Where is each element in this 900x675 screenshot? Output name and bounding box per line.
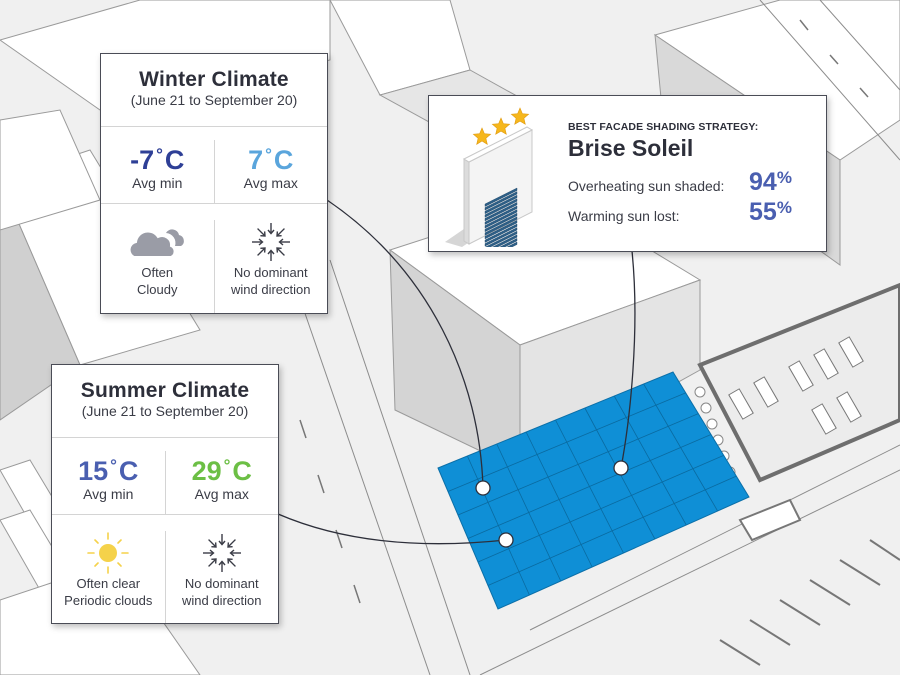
wind-arrow bbox=[218, 560, 226, 572]
summer-title: Summer Climate bbox=[80, 379, 250, 402]
summer-wind-line1: No dominant bbox=[184, 576, 259, 591]
metric-warming-value: 55% bbox=[749, 198, 792, 226]
winter-avg-min: -7 °C Avg min bbox=[101, 140, 214, 203]
wind-arrow bbox=[229, 549, 241, 557]
wind-arrow bbox=[202, 549, 215, 557]
strategy-name: Brise Soleil bbox=[568, 135, 694, 161]
wind-arrow bbox=[275, 228, 285, 237]
wind-arrow bbox=[267, 223, 275, 235]
winter-avg-min-label: Avg min bbox=[132, 175, 183, 191]
wind-arrow bbox=[256, 228, 266, 237]
wind-converging-icon bbox=[251, 223, 290, 261]
metric-overheating: Overheating sun shaded: 94% bbox=[568, 168, 818, 198]
wind-arrow bbox=[207, 558, 217, 567]
winter-sky: Often Cloudy bbox=[101, 220, 214, 313]
star-icon bbox=[472, 127, 492, 145]
winter-period: (June 21 to September 20) bbox=[130, 92, 298, 108]
winter-wind: No dominant wind direction bbox=[213, 220, 328, 313]
cloud-icon bbox=[128, 229, 185, 258]
summer-sky-line2: Periodic clouds bbox=[64, 593, 153, 608]
metric-overheating-label: Overheating sun shaded: bbox=[568, 178, 725, 194]
winter-avg-min-value: -7 °C bbox=[130, 145, 185, 175]
summer-sky: Often clear Periodic clouds bbox=[52, 531, 165, 623]
wind-arrow bbox=[218, 534, 226, 546]
summer-header: Summer Climate (June 21 to September 20) bbox=[52, 365, 278, 438]
sun-icon bbox=[87, 532, 130, 574]
marker-summer[interactable] bbox=[498, 532, 514, 548]
summer-avg-min-value: 15 °C bbox=[78, 456, 139, 486]
star-icon bbox=[510, 107, 530, 125]
winter-title: Winter Climate bbox=[139, 68, 289, 91]
metric-warming-label: Warming sun lost: bbox=[568, 208, 680, 224]
summer-avg-max-value: 29 °C bbox=[191, 456, 252, 486]
winter-sky-line1: Often bbox=[141, 265, 174, 280]
summer-avg-min-label: Avg min bbox=[83, 486, 134, 502]
metric-overheating-value: 94% bbox=[749, 168, 792, 196]
winter-sky-line2: Cloudy bbox=[137, 282, 178, 297]
wind-arrow bbox=[278, 238, 290, 246]
summer-avg-max-label: Avg max bbox=[194, 486, 249, 502]
summer-avg-max: 29 °C Avg max bbox=[164, 451, 279, 514]
marker-winter[interactable] bbox=[475, 480, 491, 496]
summer-sky-line1: Often clear bbox=[76, 576, 141, 591]
summer-wind: No dominant wind direction bbox=[164, 531, 279, 623]
wind-arrow bbox=[207, 539, 217, 548]
winter-wind-line1: No dominant bbox=[233, 265, 308, 280]
wind-arrow bbox=[267, 249, 275, 261]
winter-climate-card: Winter Climate (June 21 to September 20)… bbox=[100, 53, 328, 314]
wind-arrow bbox=[226, 539, 236, 548]
wind-arrow bbox=[251, 238, 264, 246]
facade-strategy-card: BEST FACADE SHADING STRATEGY: Brise Sole… bbox=[428, 95, 827, 252]
winter-avg-max-value: 7 °C bbox=[248, 145, 294, 175]
star-icon bbox=[491, 117, 511, 135]
summer-period: (June 21 to September 20) bbox=[81, 403, 249, 419]
strategy-kicker: BEST FACADE SHADING STRATEGY: bbox=[568, 121, 759, 133]
wind-converging-icon bbox=[202, 534, 241, 572]
facade-louver-icon bbox=[445, 107, 534, 247]
summer-climate-card: Summer Climate (June 21 to September 20)… bbox=[51, 364, 279, 624]
winter-avg-max: 7 °C Avg max bbox=[213, 140, 328, 203]
marker-strategy[interactable] bbox=[613, 460, 629, 476]
metric-warming: Warming sun lost: 55% bbox=[568, 198, 818, 228]
summer-wind-line2: wind direction bbox=[182, 593, 262, 608]
summer-avg-min: 15 °C Avg min bbox=[52, 451, 165, 514]
winter-header: Winter Climate (June 21 to September 20) bbox=[101, 54, 327, 127]
wind-arrow bbox=[256, 247, 266, 256]
winter-wind-line2: wind direction bbox=[231, 282, 311, 297]
winter-avg-max-label: Avg max bbox=[243, 175, 298, 191]
wind-arrow bbox=[226, 558, 236, 567]
wind-arrow bbox=[275, 247, 285, 256]
